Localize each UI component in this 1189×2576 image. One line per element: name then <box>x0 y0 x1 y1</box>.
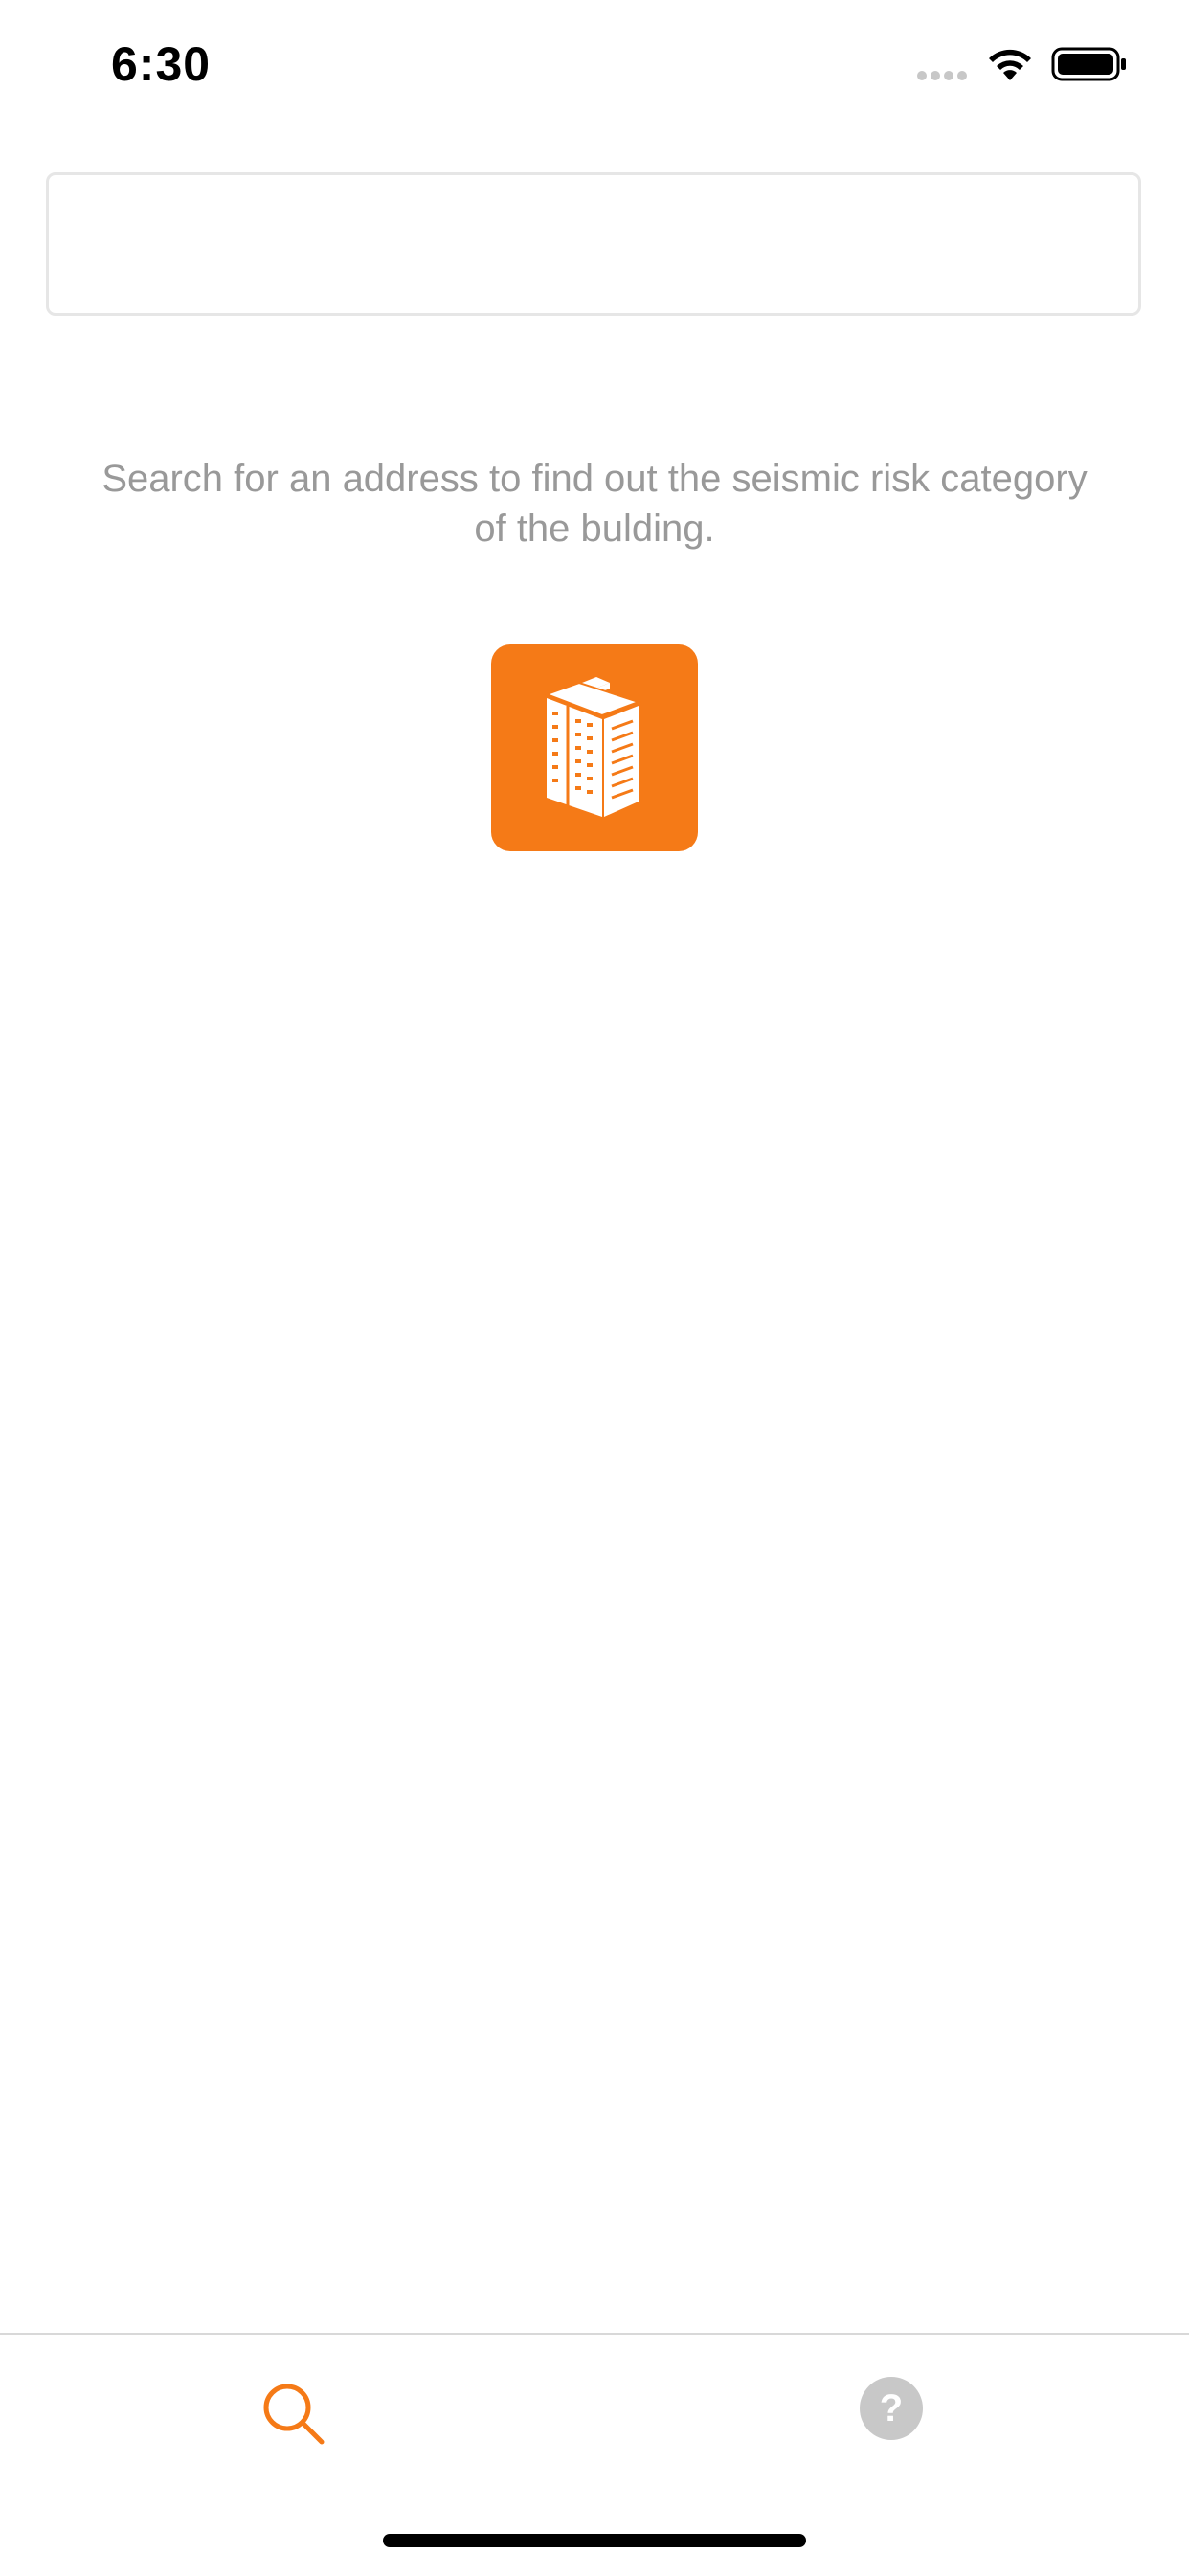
status-bar: 6:30 <box>0 0 1189 126</box>
help-icon: ? <box>879 2387 904 2429</box>
building-icon <box>544 677 642 817</box>
battery-icon <box>1051 47 1126 81</box>
search-instructions: Search for an address to find out the se… <box>101 458 1088 550</box>
search-icon <box>263 2384 325 2445</box>
building-logo <box>491 644 698 851</box>
wifi-icon <box>989 49 1031 80</box>
tab-help[interactable]: ? <box>860 2377 923 2440</box>
cellular-signal-icon <box>917 71 967 80</box>
tab-search[interactable] <box>258 2379 335 2455</box>
home-indicator <box>383 2534 806 2547</box>
address-search-input[interactable] <box>46 172 1141 316</box>
status-time: 6:30 <box>111 37 212 91</box>
